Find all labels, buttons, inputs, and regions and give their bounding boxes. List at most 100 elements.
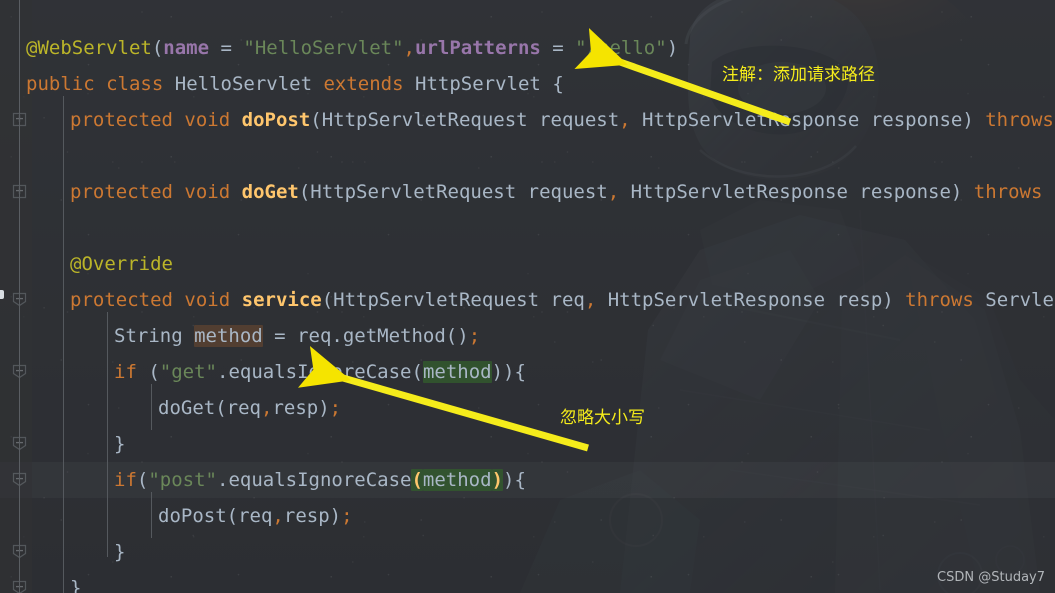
- code-line-10[interactable]: }: [0, 426, 125, 462]
- token: HttpServletRequest: [310, 181, 517, 203]
- token: {: [552, 73, 564, 95]
- token: req: [238, 505, 273, 527]
- token: .: [331, 325, 343, 347]
- token: protected: [70, 109, 173, 131]
- token: }: [114, 433, 126, 455]
- token: (: [215, 397, 227, 419]
- token: (: [136, 469, 149, 491]
- code-line-7[interactable]: String method = req.getMethod();: [0, 318, 480, 354]
- code-line-12[interactable]: doPost(req,resp);: [0, 498, 353, 534]
- token: .: [216, 469, 229, 491]
- code-line-13[interactable]: }: [0, 534, 125, 570]
- token: req: [539, 289, 585, 311]
- token: doPost: [158, 505, 227, 527]
- token: void: [184, 181, 231, 203]
- token: "get": [159, 361, 217, 383]
- code-line-5[interactable]: @Override: [0, 246, 173, 282]
- code-text-area[interactable]: @WebServlet(name = "HelloServlet",urlPat…: [0, 0, 1055, 593]
- token: doGet: [158, 397, 216, 419]
- token: response: [847, 181, 951, 203]
- token: HttpServletResponse: [630, 109, 860, 131]
- token: doGet: [241, 181, 299, 203]
- token: ): [491, 469, 504, 491]
- csdn-watermark: CSDN @Studay7: [937, 570, 1045, 585]
- code-line-14[interactable]: }: [0, 570, 81, 593]
- token: }: [70, 577, 82, 593]
- token: ): [962, 109, 974, 131]
- token: (): [445, 325, 469, 347]
- token: @WebServlet: [26, 37, 152, 59]
- token: resp: [272, 397, 319, 419]
- token: HelloServlet: [174, 73, 313, 95]
- token: ): [882, 289, 894, 311]
- token: "post": [148, 469, 217, 491]
- code-line-6[interactable]: protected void service(HttpServletReques…: [0, 282, 1055, 318]
- token: throws: [905, 289, 974, 311]
- token: (: [310, 109, 322, 131]
- token: response: [859, 109, 963, 131]
- token: if: [114, 361, 137, 383]
- token: ;: [468, 325, 481, 347]
- token: method: [194, 325, 263, 347]
- code-line-11[interactable]: if("post".equalsIgnoreCase(method)){: [0, 462, 526, 498]
- token: "HelloServlet": [243, 37, 404, 59]
- token: protected: [70, 289, 173, 311]
- token: void: [184, 109, 231, 131]
- token: ,: [619, 109, 631, 131]
- token: ): [329, 505, 342, 527]
- token: String: [114, 325, 183, 347]
- token: request: [516, 181, 608, 203]
- token: {: [514, 361, 526, 383]
- token: HttpServletResponse: [596, 289, 826, 311]
- token: ,: [584, 289, 597, 311]
- token: ): [318, 397, 330, 419]
- token: }: [114, 541, 126, 563]
- token: HttpServletRequest: [321, 109, 528, 131]
- token: ): [503, 361, 515, 383]
- code-line-9[interactable]: doGet(req,resp);: [0, 390, 341, 426]
- code-line-4[interactable]: protected void doGet(HttpServletRequest …: [0, 174, 1055, 210]
- token: HttpServletResponse: [619, 181, 848, 203]
- token: req: [297, 325, 332, 347]
- token: =: [209, 37, 244, 59]
- token: protected: [70, 181, 173, 203]
- token: ,: [607, 181, 620, 203]
- token: getMethod: [342, 325, 446, 347]
- token: throws: [985, 109, 1054, 131]
- code-line-1[interactable]: @WebServlet(name = "HelloServlet",urlPat…: [0, 30, 678, 66]
- token: "/hello": [575, 37, 667, 59]
- token: method: [422, 469, 492, 491]
- token: (: [411, 469, 423, 491]
- token: ): [666, 37, 679, 59]
- token: resp: [283, 505, 330, 527]
- editor-edge-marker[interactable]: [0, 290, 4, 299]
- token: name: [163, 37, 210, 59]
- token: =: [262, 325, 298, 347]
- token: request: [527, 109, 620, 131]
- code-line-8[interactable]: if ("get".equalsIgnoreCase(method)){: [0, 354, 526, 390]
- token: ): [950, 181, 963, 203]
- token: (: [148, 361, 160, 383]
- code-editor-screenshot: @WebServlet(name = "HelloServlet",urlPat…: [0, 0, 1055, 593]
- token: req: [226, 397, 261, 419]
- token: .: [217, 361, 229, 383]
- code-line-3[interactable]: protected void doPost(HttpServletRequest…: [0, 102, 1055, 138]
- token: public: [26, 73, 95, 95]
- token: {: [514, 469, 526, 491]
- token: if: [114, 469, 137, 491]
- token: HttpServletRequest: [333, 289, 540, 311]
- code-line-2[interactable]: public class HelloServlet extends HttpSe…: [0, 66, 564, 102]
- token: (: [151, 37, 164, 59]
- token: (: [298, 181, 311, 203]
